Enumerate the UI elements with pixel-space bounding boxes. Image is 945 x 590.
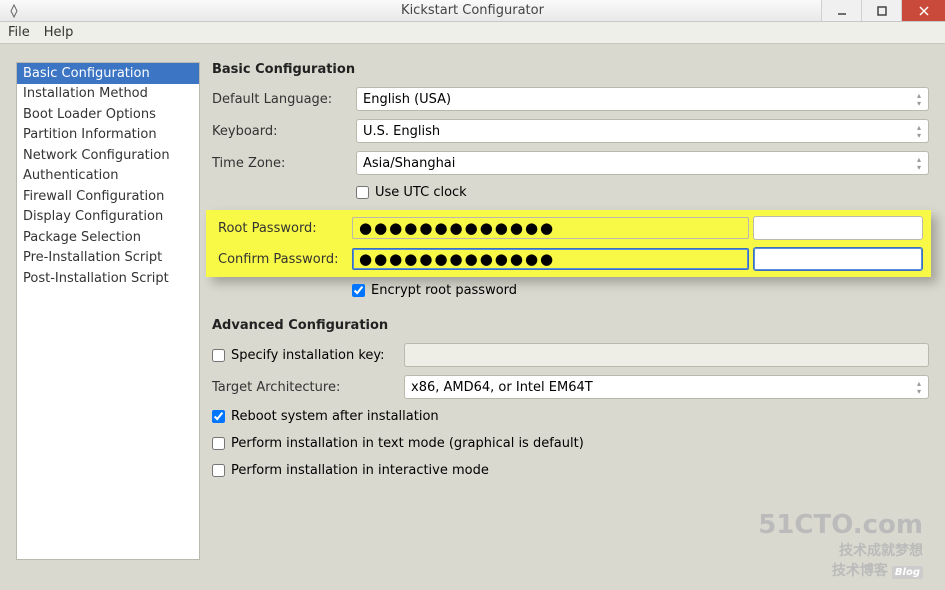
spinner-icon: ▴▾ [912, 90, 926, 108]
label-keyboard: Keyboard: [212, 124, 352, 139]
checkbox-reboot[interactable] [212, 410, 225, 423]
label-specify-key: Specify installation key: [231, 348, 385, 363]
sidebar-item-installation-method[interactable]: Installation Method [17, 84, 199, 105]
sidebar-item-authentication[interactable]: Authentication [17, 166, 199, 187]
sidebar-item-post-installation-script[interactable]: Post-Installation Script [17, 268, 199, 289]
label-interactive-mode: Perform installation in interactive mode [231, 463, 489, 478]
combo-default-language[interactable]: English (USA) ▴▾ [356, 87, 929, 111]
menu-help[interactable]: Help [44, 25, 74, 40]
input-root-password[interactable] [352, 217, 749, 239]
input-confirm-password-tail[interactable] [753, 247, 923, 271]
minimize-button[interactable] [821, 0, 861, 21]
section-title-advanced: Advanced Configuration [212, 318, 929, 333]
label-encrypt-root: Encrypt root password [371, 283, 517, 298]
combo-time-zone[interactable]: Asia/Shanghai ▴▾ [356, 151, 929, 175]
spinner-icon: ▴▾ [912, 154, 926, 172]
combo-time-zone-value: Asia/Shanghai [363, 156, 455, 171]
checkbox-specify-key[interactable] [212, 349, 225, 362]
sidebar-item-package-selection[interactable]: Package Selection [17, 227, 199, 248]
label-confirm-password: Confirm Password: [218, 252, 352, 267]
titlebar: Kickstart Configurator [0, 0, 945, 22]
checkbox-interactive-mode[interactable] [212, 464, 225, 477]
sidebar-item-display-configuration[interactable]: Display Configuration [17, 207, 199, 228]
label-reboot: Reboot system after installation [231, 409, 439, 424]
combo-keyboard[interactable]: U.S. English ▴▾ [356, 119, 929, 143]
app-icon [6, 3, 22, 19]
spinner-icon: ▴▾ [912, 378, 926, 396]
window-title: Kickstart Configurator [0, 3, 945, 18]
menubar: File Help [0, 22, 945, 44]
label-text-mode: Perform installation in text mode (graph… [231, 436, 584, 451]
close-button[interactable] [901, 0, 945, 21]
sidebar-item-firewall-configuration[interactable]: Firewall Configuration [17, 186, 199, 207]
menu-file[interactable]: File [8, 25, 30, 40]
checkbox-text-mode[interactable] [212, 437, 225, 450]
label-target-arch: Target Architecture: [212, 380, 404, 395]
input-installation-key[interactable] [404, 343, 929, 367]
highlighted-password-area: Root Password: Confirm Password: [206, 210, 931, 277]
input-root-password-tail[interactable] [753, 216, 923, 240]
label-default-language: Default Language: [212, 92, 352, 107]
input-confirm-password[interactable] [352, 248, 749, 270]
checkbox-encrypt-root[interactable] [352, 284, 365, 297]
sidebar: Basic Configuration Installation Method … [16, 62, 200, 560]
combo-keyboard-value: U.S. English [363, 124, 440, 139]
combo-target-arch-value: x86, AMD64, or Intel EM64T [411, 380, 593, 395]
sidebar-item-boot-loader-options[interactable]: Boot Loader Options [17, 104, 199, 125]
label-use-utc: Use UTC clock [375, 185, 467, 200]
checkbox-use-utc[interactable] [356, 186, 369, 199]
spinner-icon: ▴▾ [912, 122, 926, 140]
label-root-password: Root Password: [218, 221, 352, 236]
sidebar-item-network-configuration[interactable]: Network Configuration [17, 145, 199, 166]
sidebar-item-basic-configuration[interactable]: Basic Configuration [17, 63, 199, 84]
sidebar-item-partition-information[interactable]: Partition Information [17, 125, 199, 146]
maximize-button[interactable] [861, 0, 901, 21]
combo-default-language-value: English (USA) [363, 92, 451, 107]
combo-target-arch[interactable]: x86, AMD64, or Intel EM64T ▴▾ [404, 375, 929, 399]
sidebar-item-pre-installation-script[interactable]: Pre-Installation Script [17, 248, 199, 269]
label-time-zone: Time Zone: [212, 156, 352, 171]
section-title-basic: Basic Configuration [212, 62, 929, 77]
window-controls [821, 0, 945, 21]
